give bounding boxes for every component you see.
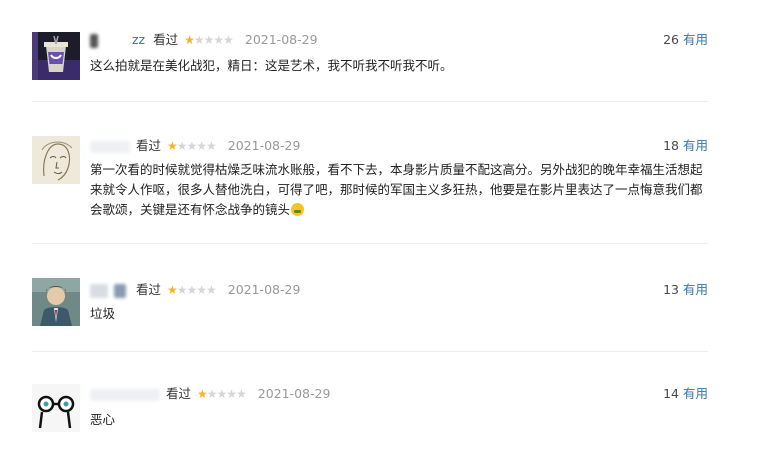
username-link[interactable]: zz xyxy=(132,32,145,47)
username-redacted xyxy=(90,140,130,153)
review-content: 第一次看的时候就觉得枯燥乏味流水账般，看不下去，本身影片质量不配这高分。另外战犯… xyxy=(90,160,706,220)
watched-label: 看过 xyxy=(135,282,161,297)
divider xyxy=(32,101,708,102)
helpful-votes: 26 有用 xyxy=(663,32,708,48)
watched-label: 看过 xyxy=(165,386,191,401)
review-item: 看过 ★★★★★ 2021-08-29 18 有用 第一次看的时候就觉得枯燥乏味流… xyxy=(32,132,708,232)
star-filled-icon: ★ xyxy=(196,387,208,401)
review-item: 看过 ★★★★★ 2021-08-29 13 有用 垃圾 xyxy=(32,274,708,334)
watched-label: 看过 xyxy=(153,32,179,47)
vote-count: 26 xyxy=(663,32,679,47)
watched-label: 看过 xyxy=(135,138,161,153)
review-content: 垃圾 xyxy=(90,306,116,321)
helpful-button[interactable]: 有用 xyxy=(683,386,708,401)
review-meta: 看过 ★★★★★ 2021-08-29 xyxy=(90,282,300,298)
divider xyxy=(32,351,708,352)
divider xyxy=(32,243,708,244)
rating-stars: ★★★★★ xyxy=(184,32,234,48)
review-text: 第一次看的时候就觉得枯燥乏味流水账般，看不下去，本身影片质量不配这高分。另外战犯… xyxy=(90,162,703,217)
star-filled-icon: ★ xyxy=(166,283,178,297)
star-empty-icon: ★★★★ xyxy=(206,387,247,401)
avatar-cup-icon[interactable] xyxy=(32,32,80,80)
vote-count: 18 xyxy=(663,138,679,153)
star-filled-icon: ★ xyxy=(166,139,178,153)
helpful-votes: 13 有用 xyxy=(663,282,708,298)
rating-stars: ★★★★★ xyxy=(166,282,217,298)
review-item: 看过 ★★★★★ 2021-08-29 14 有用 恶心 xyxy=(32,380,708,454)
review-content: 恶心 xyxy=(90,412,116,427)
vote-count: 13 xyxy=(663,282,679,297)
review-date: 2021-08-29 xyxy=(257,386,331,401)
review-date: 2021-08-29 xyxy=(227,282,301,297)
username-redacted xyxy=(90,33,98,48)
vote-count: 14 xyxy=(663,386,679,401)
username-redacted xyxy=(113,283,126,298)
username-redacted xyxy=(90,283,108,298)
avatar-glasses-icon[interactable] xyxy=(32,384,80,432)
helpful-button[interactable]: 有用 xyxy=(683,282,708,297)
helpful-votes: 18 有用 xyxy=(663,138,708,154)
review-item: zz 看过 ★★★★★ 2021-08-29 26 有用 这么拍就是在美化战犯，精… xyxy=(32,28,708,88)
star-empty-icon: ★★★★ xyxy=(176,283,217,297)
star-filled-icon: ★ xyxy=(184,33,195,47)
disgust-emoji-icon xyxy=(291,203,305,216)
star-empty-icon: ★★★★ xyxy=(193,33,234,47)
avatar-sketch-icon[interactable] xyxy=(32,136,80,184)
review-meta: 看过 ★★★★★ 2021-08-29 xyxy=(90,386,330,402)
review-date: 2021-08-29 xyxy=(227,138,301,153)
rating-stars: ★★★★★ xyxy=(196,386,247,402)
rating-stars: ★★★★★ xyxy=(166,138,217,154)
review-date: 2021-08-29 xyxy=(244,32,318,47)
avatar-anime-icon[interactable] xyxy=(32,278,80,326)
review-meta: zz 看过 ★★★★★ 2021-08-29 xyxy=(90,32,318,48)
helpful-button[interactable]: 有用 xyxy=(683,138,708,153)
helpful-votes: 14 有用 xyxy=(663,386,708,402)
helpful-button[interactable]: 有用 xyxy=(683,32,708,47)
username-redacted xyxy=(90,388,160,401)
star-empty-icon: ★★★★ xyxy=(176,139,217,153)
review-content: 这么拍就是在美化战犯，精日：这是艺术，我不听我不听我不听。 xyxy=(90,58,453,73)
review-meta: 看过 ★★★★★ 2021-08-29 xyxy=(90,138,300,154)
